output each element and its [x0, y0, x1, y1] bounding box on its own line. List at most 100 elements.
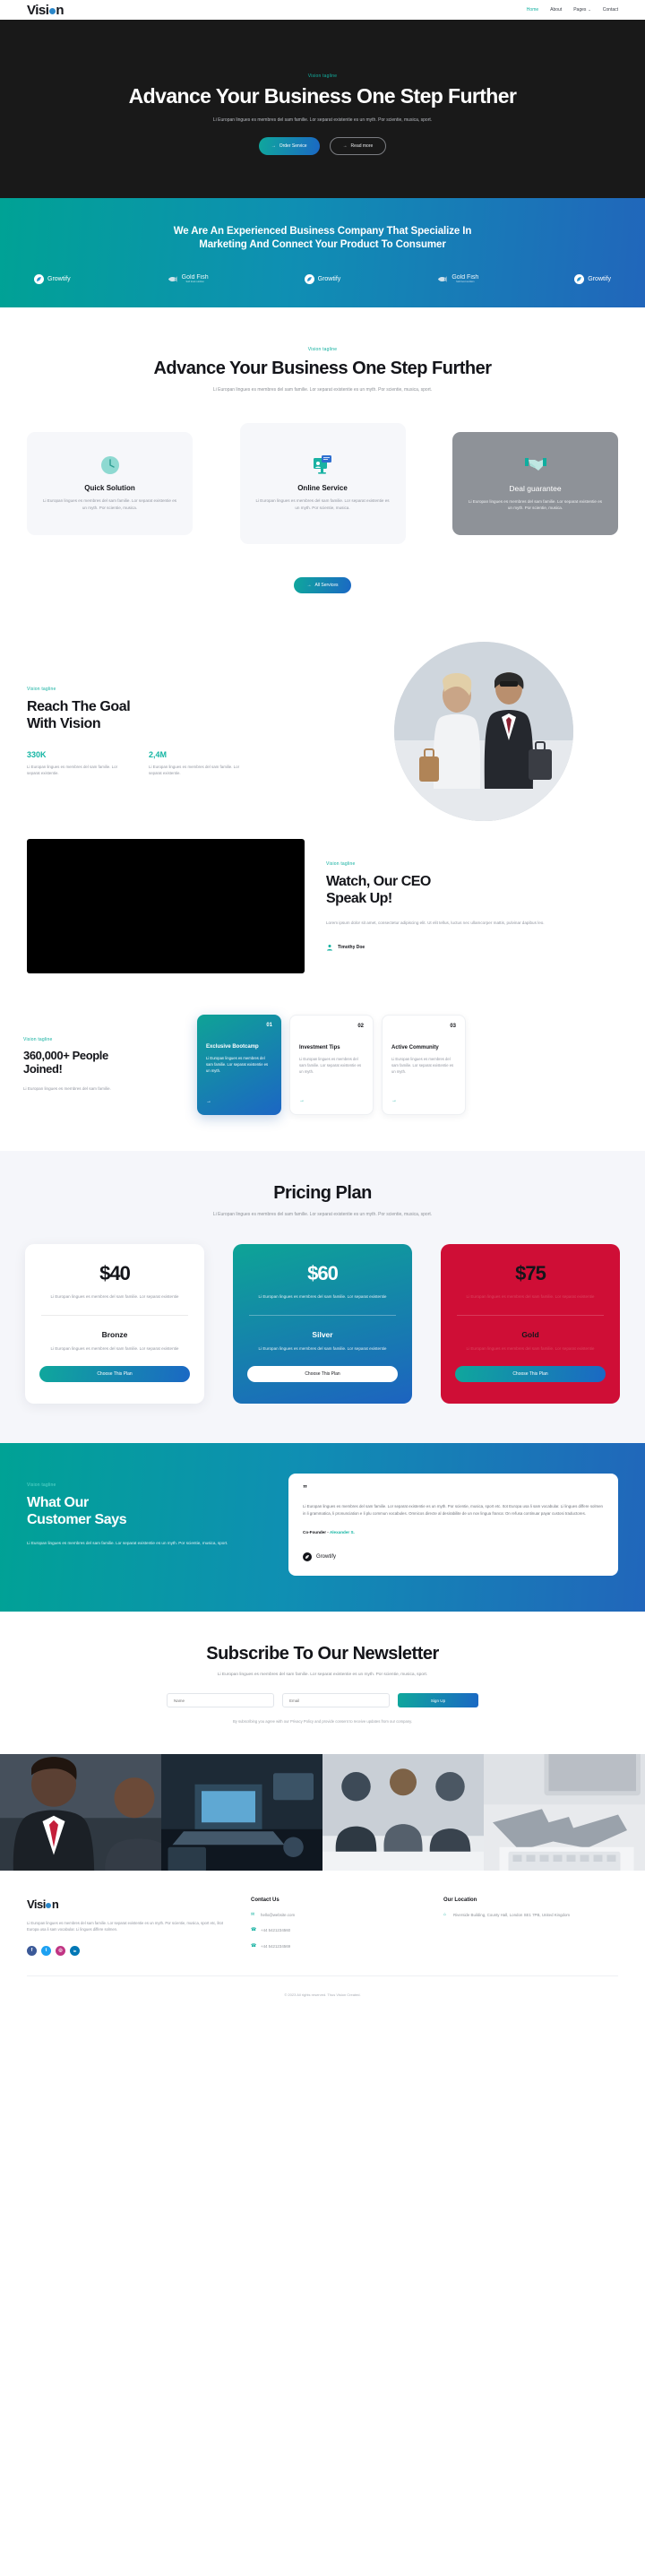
- all-services-button[interactable]: → All Services: [294, 576, 351, 593]
- ceo-title: Watch, Our CEO Speak Up!: [326, 873, 618, 907]
- stat-number-2: 2,4M: [149, 749, 168, 759]
- service-card-deal-guarantee[interactable]: Deal guarantee Li Europan lingues es mem…: [452, 431, 618, 535]
- nav-item-contact[interactable]: Contact: [603, 7, 618, 13]
- joined-cards: 01 Exclusive Bootcamp Li Europan lingues…: [197, 1014, 622, 1115]
- service-card-online-service[interactable]: Online Service Li Europan lingues es mem…: [239, 422, 406, 544]
- newsletter-name-input[interactable]: [167, 1693, 274, 1708]
- arrow-right-icon-card-1[interactable]: →: [206, 1099, 272, 1104]
- joined-subtitle: Li Europan lingues es membres del sam fa…: [23, 1086, 111, 1092]
- goal-section: Vision tagline Reach The Goal With Visio…: [0, 633, 645, 821]
- ceo-author-name: Timothy Doe: [338, 944, 366, 950]
- newsletter-signup-button[interactable]: Sign Up: [398, 1693, 478, 1708]
- pricing-tier-gold: Gold: [521, 1329, 539, 1339]
- pricing-tier-desc-gold: Li Europan lingues es membres del sam fa…: [466, 1345, 595, 1351]
- read-more-button[interactable]: → Read more: [329, 136, 387, 155]
- joined-title-line2: Joined!: [23, 1062, 63, 1076]
- footer-contact-row-phone1[interactable]: ☎ +44 5421234560: [251, 1927, 426, 1933]
- pricing-card-gold[interactable]: $75 Li Europan lingues es membres del sa…: [441, 1243, 620, 1404]
- joined-card-text-3: Li Europan lingues es membres del sam fa…: [391, 1056, 454, 1075]
- joined-card-text-2: Li Europan lingues es membres del sam fa…: [299, 1056, 362, 1075]
- footer-logo-text-1: Visi: [27, 1897, 46, 1912]
- choose-plan-button-bronze[interactable]: Choose This Plan: [39, 1366, 190, 1383]
- services-tagline: Vision tagline: [307, 346, 338, 352]
- testimonial-person: Alexander S.: [329, 1530, 355, 1535]
- brand-sublabel-4: Soft food nutrition: [456, 280, 475, 283]
- ceo-video-player[interactable]: [27, 838, 305, 973]
- footer-contact-row-email[interactable]: ✉ hello@website.com: [251, 1912, 426, 1918]
- arrow-right-icon-card-2[interactable]: →: [299, 1098, 364, 1103]
- ceo-title-line2: Speak Up!: [326, 891, 392, 907]
- site-logo[interactable]: Visi n: [27, 3, 64, 18]
- joined-card-number-2: 02: [357, 1023, 364, 1029]
- service-card-title-3: Deal guarantee: [509, 483, 562, 493]
- pricing-price-silver: $60: [307, 1261, 339, 1284]
- leaf-icon: [34, 273, 44, 284]
- pricing-tier-desc-bronze: Li Europan lingues es membres del sam fa…: [50, 1345, 179, 1351]
- brand-label-4: Gold Fish: [452, 273, 479, 281]
- brand-sublabel-2: Soft food nutrition: [185, 280, 204, 283]
- choose-plan-button-gold[interactable]: Choose This Plan: [455, 1366, 606, 1383]
- twitter-icon[interactable]: t: [41, 1945, 51, 1956]
- ceo-tagline: Vision tagline: [326, 860, 356, 867]
- stat-item-1: 330K Li Europan lingues es membres del s…: [27, 750, 125, 776]
- service-card-title-1: Quick Solution: [84, 484, 135, 493]
- footer-location-row: ⌂ Riverside Building, County Hall, Londo…: [443, 1912, 618, 1918]
- joined-title: 360,000+ People Joined!: [23, 1049, 184, 1076]
- brand-label-5: Growtify: [588, 275, 611, 282]
- footer-about-text: Li Europan lingues es membres del sam fa…: [27, 1921, 224, 1932]
- brand-logo-goldfish-1: Gold Fish Soft food nutrition: [167, 274, 209, 284]
- arrow-right-icon-card-3[interactable]: →: [391, 1098, 456, 1103]
- service-card-quick-solution[interactable]: Quick Solution Li Europan lingues es mem…: [27, 431, 193, 535]
- pricing-tier-desc-silver: Li Europan lingues es membres del sam fa…: [258, 1345, 387, 1351]
- all-services-wrap: → All Services: [0, 575, 645, 593]
- pricing-card-bronze[interactable]: $40 Li Europan lingues es membres del sa…: [25, 1243, 204, 1404]
- facebook-icon[interactable]: f: [27, 1945, 37, 1956]
- photo-businessman: [0, 1754, 161, 1871]
- joined-card-bootcamp[interactable]: 01 Exclusive Bootcamp Li Europan lingues…: [197, 1014, 281, 1115]
- pricing-cards: $40 Li Europan lingues es membres del sa…: [0, 1243, 645, 1404]
- nav-item-home[interactable]: Home: [527, 7, 538, 13]
- testimonial-title-line2: Customer Says: [27, 1511, 127, 1527]
- pricing-card-silver[interactable]: $60 Li Europan lingues es membres del sa…: [233, 1243, 412, 1404]
- testimonial-title: What Our Customer Says: [27, 1494, 269, 1528]
- pricing-tier-silver: Silver: [312, 1329, 333, 1339]
- newsletter-title: Subscribe To Our Newsletter: [206, 1644, 439, 1664]
- brand-logos: Growtify Gold Fish Soft food nutrition Gr…: [0, 273, 645, 284]
- joined-card-community[interactable]: 03 Active Community Li Europan lingues e…: [382, 1014, 466, 1115]
- arrow-right-icon-2: →: [342, 143, 348, 149]
- pricing-price-bronze: $40: [99, 1261, 131, 1284]
- service-cards: Quick Solution Li Europan lingues es mem…: [0, 422, 645, 544]
- joined-card-investment[interactable]: 02 Investment Tips Li Europan lingues es…: [289, 1014, 374, 1115]
- services-title: Advance Your Business One Step Further: [153, 358, 492, 378]
- order-service-button[interactable]: → Order Service: [258, 136, 320, 155]
- fish-icon: [167, 274, 178, 284]
- nav-item-pages[interactable]: Pages ⌄: [573, 7, 591, 13]
- ceo-title-line1: Watch, Our CEO: [326, 873, 431, 889]
- pricing-tier-bronze: Bronze: [101, 1329, 128, 1339]
- joined-tagline: Vision tagline: [23, 1036, 53, 1042]
- pricing-section: Pricing Plan Li Europan lingues es membr…: [0, 1150, 645, 1443]
- pricing-header: Pricing Plan Li Europan lingues es membr…: [0, 1183, 645, 1217]
- experience-banner: We Are An Experienced Business Company T…: [0, 197, 645, 307]
- footer-contact-heading: Contact Us: [251, 1897, 280, 1904]
- newsletter-section: Subscribe To Our Newsletter Li Europan l…: [0, 1612, 645, 1755]
- stat-number-1: 330K: [27, 749, 47, 759]
- newsletter-email-input[interactable]: [282, 1693, 390, 1708]
- mail-icon: ✉: [251, 1912, 255, 1918]
- services-header: Vision tagline Advance Your Business One…: [0, 347, 645, 393]
- linkedin-icon[interactable]: in: [70, 1945, 80, 1956]
- banner-heading-line1: We Are An Experienced Business Company T…: [173, 225, 472, 237]
- footer-location-address: Riverside Building, County Hall, London …: [453, 1913, 571, 1918]
- footer-copyright: © 2023 All rights reserved. Thus Vision …: [27, 1975, 618, 2008]
- services-subtitle: Li Europan lingues es membres del sam fa…: [212, 386, 433, 393]
- nav-item-about[interactable]: About: [550, 7, 562, 13]
- page-root: Visi n Home About Pages ⌄ Contact Vision t…: [0, 0, 645, 2008]
- pricing-price-gold: $75: [515, 1261, 546, 1284]
- choose-plan-button-silver[interactable]: Choose This Plan: [247, 1366, 398, 1383]
- footer-logo[interactable]: Visi n: [27, 1897, 233, 1911]
- chevron-down-icon: ⌄: [588, 7, 591, 12]
- footer-contact-row-phone2[interactable]: ☎ +44 5421234569: [251, 1943, 426, 1949]
- services-section: Vision tagline Advance Your Business One…: [0, 307, 645, 633]
- instagram-icon[interactable]: ◎: [56, 1945, 65, 1956]
- brand-label-3: Growtify: [317, 275, 341, 282]
